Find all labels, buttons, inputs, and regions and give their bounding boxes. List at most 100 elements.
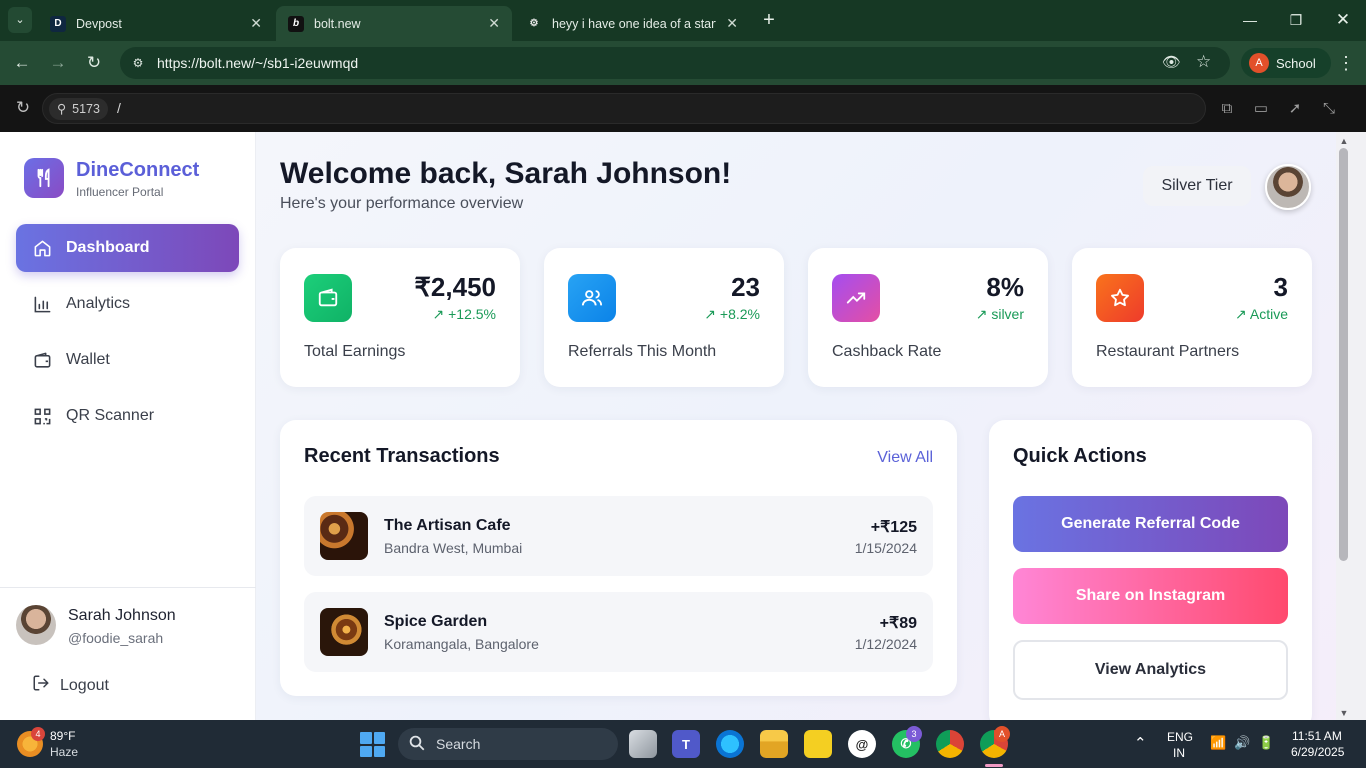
- whatsapp-badge: 3: [906, 726, 922, 742]
- user-handle: @foodie_sarah: [68, 630, 164, 646]
- share-on-instagram-button[interactable]: Share on Instagram: [1013, 568, 1288, 624]
- transaction-amount: +₹89: [879, 615, 917, 632]
- sidebar-item-analytics[interactable]: Analytics: [16, 280, 239, 328]
- url-text: https://bolt.new/~/sb1-i2euwmqd: [157, 55, 359, 71]
- stat-change: ↗ Active: [1235, 306, 1288, 322]
- task-view-icon[interactable]: [629, 730, 657, 758]
- stat-card-partners: 3 ↗ Active Restaurant Partners: [1072, 248, 1312, 387]
- app-viewport: DineConnect Influencer Portal Dashboard …: [0, 132, 1366, 720]
- volume-icon[interactable]: 🔊: [1234, 735, 1250, 751]
- device-preview-icon[interactable]: ▭: [1250, 98, 1272, 120]
- browser-toolbar: ← → ↻ ⚙ https://bolt.new/~/sb1-i2euwmqd …: [0, 41, 1366, 85]
- close-tab-icon[interactable]: ✕: [726, 15, 738, 32]
- view-all-link[interactable]: View All: [877, 449, 933, 467]
- generate-referral-code-button[interactable]: Generate Referral Code: [1013, 496, 1288, 552]
- profile-button[interactable]: A School: [1241, 48, 1331, 78]
- sidebar-item-label: Analytics: [66, 295, 131, 312]
- file-explorer-icon[interactable]: [760, 730, 788, 758]
- preview-reload-icon[interactable]: ↻: [12, 97, 34, 119]
- logout-button[interactable]: Logout: [32, 674, 109, 697]
- open-external-icon[interactable]: ⧉: [1216, 98, 1238, 120]
- tab-search-button[interactable]: ⌄: [8, 7, 32, 33]
- main-content: Welcome back, Sarah Johnson! Here's your…: [256, 132, 1336, 720]
- users-icon: [568, 274, 616, 322]
- clock-date[interactable]: 6/29/2025: [1291, 745, 1344, 759]
- close-tab-icon[interactable]: ✕: [250, 15, 262, 32]
- stat-value: ₹2,450: [414, 272, 496, 302]
- transaction-date: 1/12/2024: [854, 636, 917, 652]
- logout-label: Logout: [60, 676, 109, 694]
- scroll-up-icon[interactable]: ▲: [1338, 136, 1350, 146]
- weather-temp: 89°F: [50, 729, 76, 743]
- stat-card-referrals: 23 ↗ +8.2% Referrals This Month: [544, 248, 784, 387]
- browser-tab-strip: ⌄ D Devpost ✕ b bolt.new ✕ ⚙ heyy i have…: [0, 0, 1366, 41]
- restaurant-name: The Artisan Cafe: [384, 517, 511, 534]
- wallet-icon: [32, 350, 52, 370]
- stat-label: Restaurant Partners: [1096, 343, 1240, 360]
- inspect-pointer-icon[interactable]: ➚: [1284, 98, 1306, 120]
- windows-start-icon[interactable]: [360, 732, 385, 757]
- tab-chat[interactable]: ⚙ heyy i have one idea of a startu ✕: [514, 6, 750, 41]
- stat-change: ↗ silver: [975, 306, 1024, 322]
- address-bar[interactable]: ⚙ https://bolt.new/~/sb1-i2euwmqd 👁 ☆: [120, 47, 1230, 79]
- quick-actions-card: Quick Actions Generate Referral Code Sha…: [989, 420, 1312, 720]
- taskbar-search[interactable]: Search: [398, 728, 618, 760]
- stat-card-cashback: 8% ↗ silver Cashback Rate: [808, 248, 1048, 387]
- collapse-icon[interactable]: ⤡: [1318, 98, 1340, 120]
- header-avatar[interactable]: [1265, 164, 1311, 210]
- restore-button[interactable]: ❐: [1285, 8, 1307, 32]
- browser-menu-icon[interactable]: ⋮: [1334, 51, 1358, 75]
- avatar: [16, 605, 56, 645]
- teams-icon[interactable]: T: [672, 730, 700, 758]
- search-icon: [408, 734, 426, 755]
- wifi-icon[interactable]: 📶: [1210, 735, 1226, 751]
- stat-change-text: silver: [991, 306, 1024, 322]
- edge-icon[interactable]: [716, 730, 744, 758]
- scrollbar-thumb[interactable]: [1339, 148, 1348, 561]
- port-badge[interactable]: ⚲ 5173: [49, 98, 108, 120]
- clock-time[interactable]: 11:51 AM: [1292, 729, 1342, 743]
- transaction-amount: +₹125: [870, 519, 917, 536]
- chevron-up-icon[interactable]: ⌃: [1134, 734, 1147, 752]
- restaurant-location: Bandra West, Mumbai: [384, 540, 523, 556]
- site-info-icon[interactable]: ⚙: [129, 54, 147, 72]
- preview-url-bar[interactable]: ⚲ 5173 /: [42, 93, 1206, 124]
- reload-button[interactable]: ↻: [82, 51, 106, 75]
- minimize-button[interactable]: —: [1239, 8, 1261, 32]
- sidebar-item-wallet[interactable]: Wallet: [16, 336, 239, 384]
- language-bottom[interactable]: IN: [1173, 746, 1185, 760]
- eye-off-icon[interactable]: 👁: [1162, 53, 1181, 71]
- language-top[interactable]: ENG: [1167, 730, 1193, 744]
- restaurant-thumbnail: [320, 512, 368, 560]
- recent-transactions-card: Recent Transactions View All The Artisan…: [280, 420, 957, 696]
- close-tab-icon[interactable]: ✕: [488, 15, 500, 32]
- weather-badge: 4: [31, 727, 45, 741]
- sidebar-item-label: Dashboard: [66, 239, 150, 256]
- forward-button[interactable]: →: [46, 51, 70, 75]
- chrome-icon[interactable]: [936, 730, 964, 758]
- close-window-button[interactable]: ✕: [1332, 8, 1354, 32]
- scroll-down-icon[interactable]: ▼: [1338, 708, 1350, 718]
- back-button[interactable]: ←: [10, 51, 34, 75]
- wallet-icon: [304, 274, 352, 322]
- battery-icon[interactable]: 🔋: [1258, 735, 1274, 751]
- list-item[interactable]: The Artisan Cafe Bandra West, Mumbai +₹1…: [304, 496, 933, 576]
- view-analytics-button[interactable]: View Analytics: [1013, 640, 1288, 700]
- threads-icon[interactable]: @: [848, 730, 876, 758]
- weather-condition: Haze: [50, 745, 79, 759]
- stat-label: Referrals This Month: [568, 343, 717, 360]
- list-item[interactable]: Spice Garden Koramangala, Bangalore +₹89…: [304, 592, 933, 672]
- sidebar-item-label: Wallet: [66, 351, 110, 368]
- star-icon: [1096, 274, 1144, 322]
- tab-devpost[interactable]: D Devpost ✕: [38, 6, 274, 41]
- bookmark-star-icon[interactable]: ☆: [1196, 52, 1211, 72]
- restaurant-name: Spice Garden: [384, 613, 488, 630]
- sidebar-item-dashboard[interactable]: Dashboard: [16, 224, 239, 272]
- tab-bolt[interactable]: b bolt.new ✕: [276, 6, 512, 41]
- new-tab-button[interactable]: +: [758, 9, 780, 31]
- sticky-notes-icon[interactable]: [804, 730, 832, 758]
- sidebar-item-qr-scanner[interactable]: QR Scanner: [16, 392, 239, 440]
- qr-icon: [32, 406, 52, 426]
- stat-label: Cashback Rate: [832, 343, 942, 360]
- card-title: Recent Transactions: [304, 445, 500, 467]
